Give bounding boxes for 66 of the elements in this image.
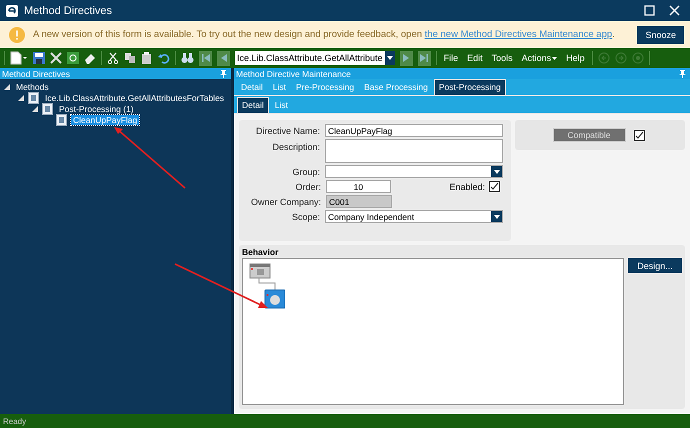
tab[interactable]: Detail (237, 97, 269, 113)
tree-item[interactable]: Ice.Lib.ClassAttribute.GetAllAttributesForTables (43, 92, 226, 102)
input-field[interactable]: 10 (326, 180, 391, 193)
design-button[interactable]: Design... (628, 258, 682, 273)
status-text: Ready (3, 416, 26, 426)
tree-item[interactable]: CleanUpPayFlag (71, 114, 140, 124)
dropdown-field[interactable]: Company Independent (325, 210, 503, 223)
dropdown-caret-icon[interactable] (491, 166, 502, 177)
warning-icon (9, 26, 25, 42)
maximize-icon[interactable] (644, 5, 655, 16)
binoculars-icon[interactable] (181, 52, 194, 64)
field-label: Enabled: (449, 182, 485, 192)
field-label: Group: (292, 166, 322, 176)
tree-item[interactable]: Post-Processing (1) (57, 104, 136, 114)
document-icon (42, 102, 53, 114)
input-field[interactable]: CleanUpPayFlag (325, 124, 503, 137)
expand-toggle-icon[interactable] (4, 84, 10, 90)
pin-icon[interactable] (679, 70, 686, 78)
dropdown-caret-icon[interactable] (384, 51, 395, 65)
tab[interactable]: Post-Processing (434, 79, 506, 95)
pin-icon[interactable] (220, 70, 227, 78)
first-record-icon[interactable] (199, 50, 212, 66)
tree-item[interactable]: Methods (14, 82, 51, 92)
delete-icon[interactable] (50, 52, 62, 64)
field-label: Owner Company: (250, 196, 322, 206)
undo-icon[interactable] (158, 52, 170, 64)
document-icon (28, 92, 39, 104)
menu-item[interactable]: Tools (490, 53, 515, 63)
document-icon (56, 114, 67, 126)
field-label: Directive Name: (255, 126, 322, 136)
paste-icon[interactable] (141, 52, 153, 64)
checkbox[interactable] (489, 181, 500, 192)
workflow-diagram-drawing (249, 263, 285, 309)
field-label: Description: (272, 141, 322, 152)
menu-item[interactable]: Edit (465, 53, 485, 63)
menu-item[interactable]: Actions (520, 53, 560, 63)
panel-title: Method Directives (2, 68, 70, 78)
dropdown-field[interactable] (325, 165, 503, 178)
snooze-button[interactable]: Snooze (637, 26, 684, 44)
menu-item[interactable]: File (442, 53, 460, 63)
record-combo[interactable]: Ice.Lib.ClassAttribute.GetAllAttribute (235, 51, 395, 65)
expand-toggle-icon[interactable] (18, 94, 24, 100)
copy-icon[interactable] (124, 52, 136, 64)
dropdown-caret-icon[interactable] (491, 211, 502, 222)
section-title: Behavior (242, 247, 280, 257)
caret-icon[interactable] (552, 56, 558, 60)
input-field[interactable] (325, 139, 503, 163)
field-label: Scope: (291, 212, 322, 222)
expand-toggle-icon[interactable] (32, 106, 38, 112)
cut-icon[interactable] (107, 52, 119, 64)
panel-title: Method Directive Maintenance (236, 68, 351, 78)
menu-item[interactable]: Help (564, 53, 587, 63)
new-document-icon[interactable] (10, 51, 28, 65)
close-icon[interactable] (669, 5, 680, 16)
compatible-indicator: Compatible (552, 128, 626, 142)
previous-record-icon[interactable] (217, 50, 230, 66)
checkbox[interactable] (634, 130, 644, 140)
eraser-icon[interactable] (84, 52, 96, 64)
readonly-field: C001 (326, 195, 392, 208)
banner-message: A new version of this form is available. To try out the new design and provide feedback, open the new Method Directives Maintenance app. (33, 29, 615, 40)
last-record-icon[interactable] (418, 50, 431, 66)
save-icon[interactable] (33, 52, 45, 64)
next-record-icon[interactable] (400, 50, 413, 66)
app-logo-icon (6, 4, 18, 16)
window-title: Method Directives (24, 4, 112, 16)
field-label: Order: (294, 182, 322, 192)
